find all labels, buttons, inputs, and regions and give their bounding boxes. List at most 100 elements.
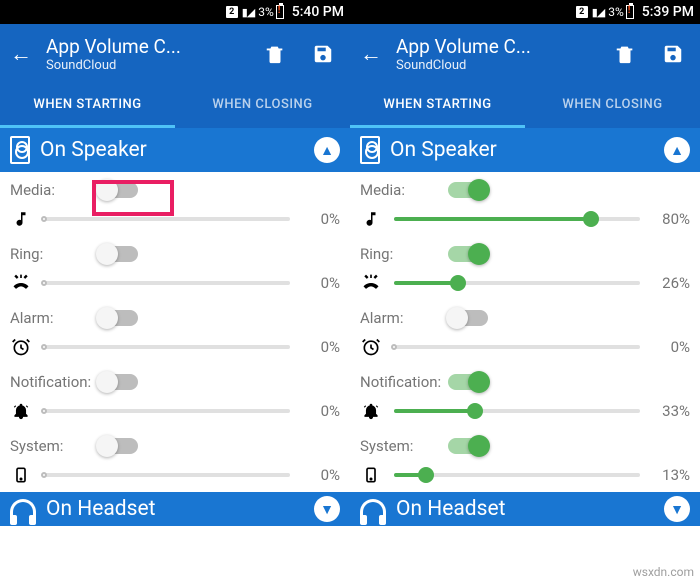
volume-slider[interactable]: [44, 345, 290, 349]
collapse-down-icon[interactable]: ▼: [314, 496, 340, 522]
volume-slider[interactable]: [394, 345, 640, 349]
section-on-speaker[interactable]: On Speaker ▲: [0, 128, 350, 172]
volume-toggle[interactable]: [98, 246, 138, 262]
section-label: On Headset: [396, 497, 654, 521]
volume-name: Notification:: [360, 373, 448, 391]
section-label: On Headset: [46, 497, 304, 521]
app-title: App Volume C...: [396, 35, 594, 58]
section-on-headset[interactable]: On Headset ▼: [0, 492, 350, 526]
alarm-clock-icon: [360, 337, 382, 357]
volume-name: Ring:: [360, 245, 448, 263]
volume-slider[interactable]: [44, 217, 290, 221]
volume-slider[interactable]: [44, 281, 290, 285]
volume-percent: 0%: [302, 210, 340, 228]
delete-button[interactable]: [258, 43, 292, 65]
volume-row: Notification: 0%: [0, 364, 350, 428]
volume-toggle[interactable]: [448, 374, 488, 390]
volume-percent: 0%: [302, 402, 340, 420]
alarm-clock-icon: [10, 337, 32, 357]
volume-toggle[interactable]: [98, 374, 138, 390]
volume-percent: 33%: [652, 402, 690, 420]
sim-icon: 2: [226, 6, 238, 18]
speaker-icon: [360, 136, 380, 164]
section-label: On Speaker: [390, 138, 654, 162]
volume-row: Notification: 33%: [350, 364, 700, 428]
app-subtitle: SoundCloud: [46, 58, 244, 73]
volume-slider[interactable]: [394, 281, 640, 285]
volume-name: System:: [10, 437, 98, 455]
volume-toggle[interactable]: [98, 310, 138, 326]
volume-row: System: 13%: [350, 428, 700, 492]
volume-name: Alarm:: [360, 309, 448, 327]
volume-name: Media:: [10, 181, 98, 199]
tab-when-closing[interactable]: WHEN CLOSING: [175, 84, 350, 128]
volume-percent: 13%: [652, 466, 690, 484]
volume-percent: 26%: [652, 274, 690, 292]
volume-slider[interactable]: [394, 217, 640, 221]
section-on-speaker[interactable]: On Speaker ▲: [350, 128, 700, 172]
volume-rows: Media:0%Ring:0%Alarm:0%Notification:0%Sy…: [0, 172, 350, 492]
volume-toggle[interactable]: [448, 310, 488, 326]
volume-slider[interactable]: [394, 409, 640, 413]
volume-row: Ring: 0%: [0, 236, 350, 300]
music-note-icon: [10, 210, 32, 228]
battery-indicator: 3%: [608, 5, 634, 19]
headset-icon: [360, 499, 386, 519]
save-button[interactable]: [306, 43, 340, 65]
highlight-box: [92, 180, 174, 216]
ring-volume-icon: [360, 273, 382, 293]
sim-icon: 2: [576, 6, 588, 18]
speaker-icon: [10, 136, 30, 164]
collapse-up-icon[interactable]: ▲: [664, 137, 690, 163]
volume-slider[interactable]: [44, 473, 290, 477]
bell-icon: [360, 402, 382, 420]
back-button[interactable]: ←: [10, 41, 32, 67]
status-bar: 2 ▮◢ 3% 5:39 PM: [350, 0, 700, 24]
status-bar: 2 ▮◢ 3% 5:40 PM: [0, 0, 350, 24]
collapse-down-icon[interactable]: ▼: [664, 496, 690, 522]
delete-button[interactable]: [608, 43, 642, 65]
back-button[interactable]: ←: [360, 41, 382, 67]
save-button[interactable]: [656, 43, 690, 65]
signal-icon: ▮◢: [592, 6, 605, 19]
app-title: App Volume C...: [46, 35, 244, 58]
volume-toggle[interactable]: [98, 438, 138, 454]
headset-icon: [10, 499, 36, 519]
watermark: wsxdn.com: [633, 565, 694, 579]
volume-toggle[interactable]: [448, 182, 488, 198]
tab-when-starting[interactable]: WHEN STARTING: [350, 84, 525, 128]
volume-slider[interactable]: [394, 473, 640, 477]
phone-icon: [360, 465, 382, 485]
volume-toggle[interactable]: [448, 438, 488, 454]
volume-name: Ring:: [10, 245, 98, 263]
signal-icon: ▮◢: [242, 6, 255, 19]
volume-name: Media:: [360, 181, 448, 199]
appbar-titles: App Volume C... SoundCloud: [46, 35, 244, 73]
tab-when-closing[interactable]: WHEN CLOSING: [525, 84, 700, 128]
ring-volume-icon: [10, 273, 32, 293]
volume-row: System: 0%: [0, 428, 350, 492]
volume-percent: 0%: [652, 338, 690, 356]
volume-row: Media: 80%: [350, 172, 700, 236]
battery-indicator: 3%: [258, 5, 284, 19]
screen-left: 2 ▮◢ 3% 5:40 PM ← App Volume C... SoundC…: [0, 0, 350, 526]
section-on-headset[interactable]: On Headset ▼: [350, 492, 700, 526]
volume-percent: 0%: [302, 274, 340, 292]
tab-when-starting[interactable]: WHEN STARTING: [0, 84, 175, 128]
volume-percent: 0%: [302, 338, 340, 356]
volume-name: Notification:: [10, 373, 98, 391]
volume-slider[interactable]: [44, 409, 290, 413]
volume-toggle[interactable]: [448, 246, 488, 262]
music-note-icon: [360, 210, 382, 228]
phone-icon: [10, 465, 32, 485]
bell-icon: [10, 402, 32, 420]
clock: 5:40 PM: [292, 4, 344, 20]
volume-name: System:: [360, 437, 448, 455]
clock: 5:39 PM: [642, 4, 694, 20]
appbar-titles: App Volume C... SoundCloud: [396, 35, 594, 73]
volume-percent: 80%: [652, 210, 690, 228]
app-bar: ← App Volume C... SoundCloud: [350, 24, 700, 84]
volume-percent: 0%: [302, 466, 340, 484]
section-label: On Speaker: [40, 138, 304, 162]
collapse-up-icon[interactable]: ▲: [314, 137, 340, 163]
